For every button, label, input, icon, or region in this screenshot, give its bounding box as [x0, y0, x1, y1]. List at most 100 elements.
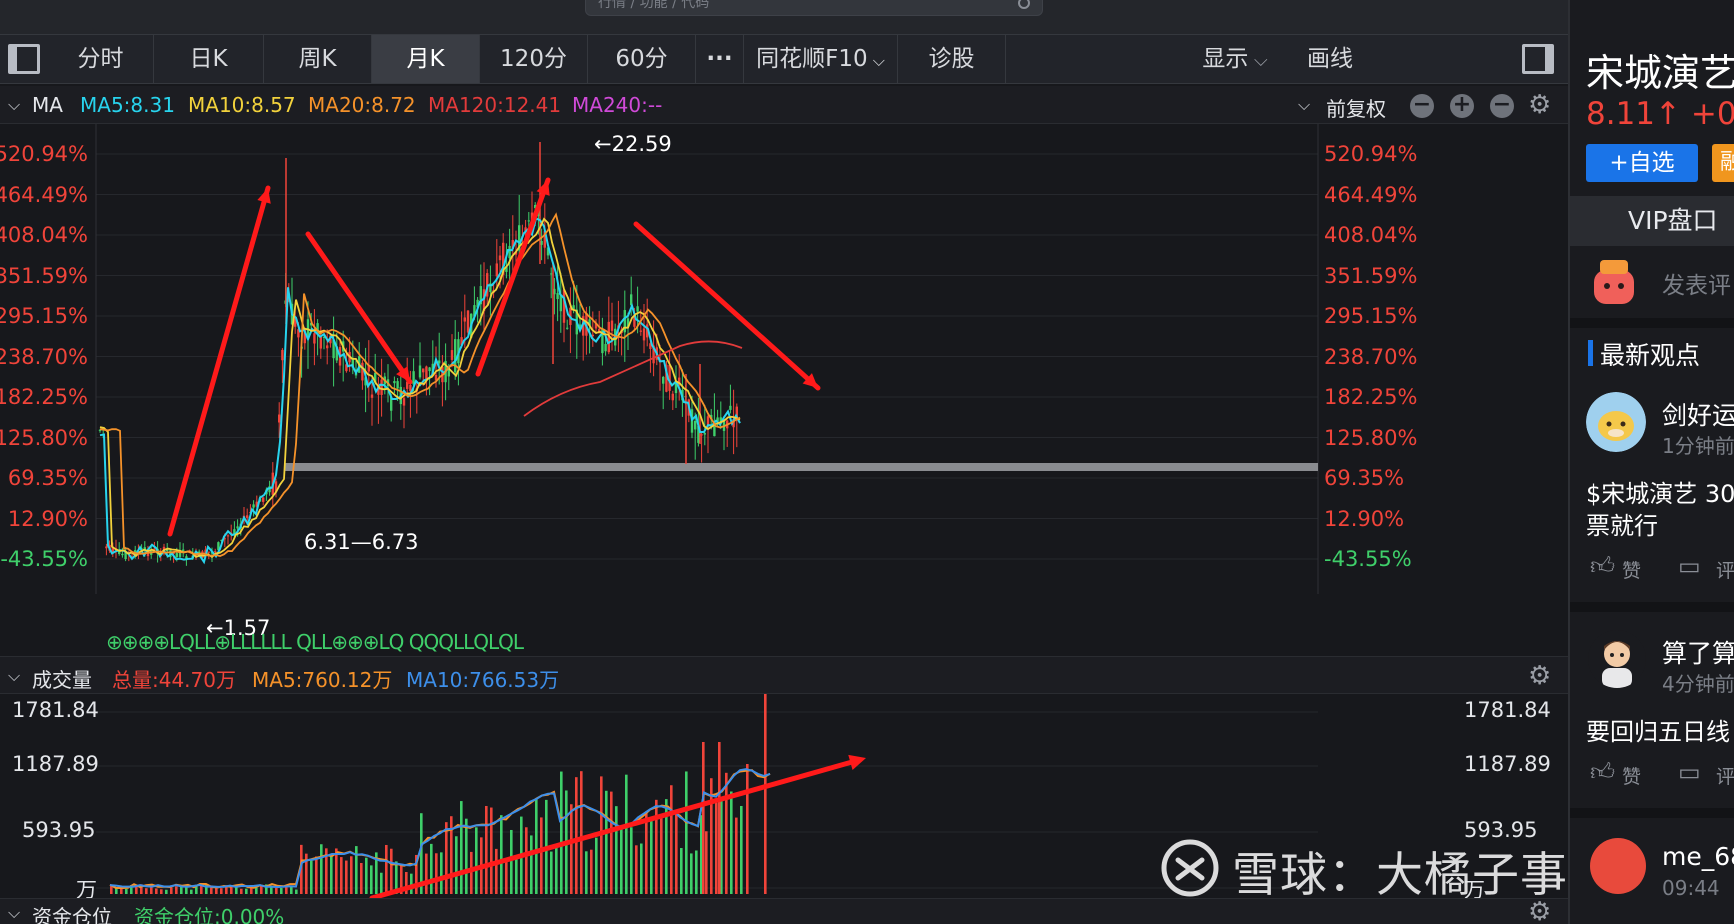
tab-intraday[interactable]: 分时 — [48, 35, 154, 83]
post-time: 1分钟前 — [1662, 434, 1734, 458]
comment-label[interactable]: 评 — [1716, 556, 1734, 583]
volume-total: 总量:44.70万 — [112, 668, 236, 692]
xueqiu-logo-icon — [1161, 839, 1219, 897]
volume-bar — [295, 889, 298, 894]
more-periods-button[interactable]: ··· — [696, 35, 744, 83]
tab-daily-k[interactable]: 日K — [154, 35, 264, 83]
post-body[interactable]: 要回归五日线 — [1586, 712, 1730, 747]
volume-bar — [570, 804, 573, 894]
ma120-value: MA120:12.41 — [428, 93, 562, 117]
volume-bar — [460, 801, 463, 894]
candle-body — [281, 349, 284, 361]
volume-bar — [525, 827, 528, 894]
like-icon[interactable]: 👍︎ — [1590, 552, 1615, 581]
right-panel-toggle-icon[interactable] — [1522, 44, 1554, 74]
volume-collapse-icon[interactable]: ⌵ — [8, 666, 20, 686]
y-tick-right: -43.55% — [1324, 547, 1412, 571]
fund-value: 资金仓位:0.00% — [134, 905, 285, 924]
volume-bar — [220, 888, 223, 894]
volume-bar — [365, 857, 368, 894]
user-avatar[interactable] — [1590, 838, 1646, 894]
volume-bar — [145, 888, 148, 894]
volume-bar — [740, 805, 743, 894]
divider — [1570, 808, 1734, 818]
left-panel-toggle-icon[interactable] — [8, 44, 40, 74]
comment-label[interactable]: 评 — [1716, 762, 1734, 789]
user-avatar[interactable] — [1586, 392, 1646, 452]
display-menu-button[interactable]: 显示 ⌵ — [1180, 35, 1290, 83]
comment-prompt[interactable]: 发表评 — [1662, 266, 1731, 300]
tab-weekly-k[interactable]: 周K — [264, 35, 372, 83]
zoom-out-icon[interactable]: − — [1410, 94, 1434, 118]
volume-bar — [620, 827, 623, 894]
volume-ma5: MA5:760.12万 — [252, 668, 393, 692]
search-input[interactable]: 行情 / 功能 / 代码 — [585, 0, 1043, 16]
post-body-2[interactable]: 票就行 — [1586, 506, 1658, 541]
post-body[interactable]: $宋城演艺 30 — [1586, 474, 1734, 509]
zoom-in-icon[interactable]: + — [1450, 94, 1474, 118]
adjust-mode-label[interactable]: 前复权 — [1326, 93, 1386, 122]
tab-diagnose[interactable]: 诊股 — [898, 35, 1006, 83]
volume-bar — [650, 817, 653, 894]
like-label[interactable]: 赞 — [1622, 762, 1641, 789]
volume-bar — [635, 845, 638, 894]
volume-ma10: MA10:766.53万 — [406, 668, 560, 692]
collapse-chevron-icon[interactable]: ⌵ — [8, 95, 20, 115]
like-icon[interactable]: 👍︎ — [1590, 758, 1615, 787]
draw-line-button[interactable]: 画线 — [1290, 35, 1370, 83]
section-accent — [1588, 340, 1593, 366]
candle-body — [361, 362, 364, 381]
tab-60min[interactable]: 60分 — [588, 35, 696, 83]
y-tick-right: 125.80% — [1324, 425, 1418, 450]
tab-f10[interactable]: 同花顺F10 ⌵ — [744, 35, 898, 83]
ma-indicator-label[interactable]: MA — [32, 93, 63, 117]
gear-icon[interactable]: ⚙ — [1528, 92, 1551, 118]
volume-bar — [550, 851, 553, 894]
vip-panel-button[interactable]: VIP盘口 — [1570, 196, 1734, 246]
volume-gear-icon[interactable]: ⚙ — [1528, 663, 1551, 689]
candle-body — [572, 305, 575, 310]
fund-title[interactable]: 资金仓位 — [32, 901, 112, 924]
margin-tag[interactable]: 融 — [1712, 144, 1734, 182]
y-tick-left: 238.70% — [0, 344, 88, 369]
post-author[interactable]: me_68 — [1662, 842, 1734, 871]
arrow-head — [848, 754, 866, 770]
microphone-icon[interactable] — [1018, 0, 1030, 9]
tab-monthly-k[interactable]: 月K — [372, 35, 480, 83]
vol-axis-left-2: 1187.89 — [12, 752, 99, 776]
volume-bar — [510, 829, 513, 894]
y-tick-right: 12.90% — [1324, 506, 1405, 531]
post-author[interactable]: 剑好运 — [1662, 396, 1734, 432]
volume-bar — [135, 886, 138, 894]
candle-body — [121, 553, 124, 556]
volume-bar — [655, 799, 658, 894]
volume-bar — [445, 822, 448, 894]
user-avatar[interactable] — [1588, 630, 1646, 688]
tab-120min[interactable]: 120分 — [480, 35, 588, 83]
candle-body — [226, 535, 230, 537]
fund-collapse-icon[interactable]: ⌵ — [8, 903, 20, 923]
comment-icon[interactable]: ▭ — [1678, 758, 1701, 786]
volume-bar — [260, 885, 263, 894]
ma5-line — [99, 216, 741, 565]
volume-bar — [350, 856, 353, 894]
like-label[interactable]: 赞 — [1622, 556, 1641, 583]
comment-icon[interactable]: ▭ — [1678, 552, 1701, 580]
event-marker-row[interactable]: ⊕⊕⊕⊕LQLL⊕LLLLLL QLL⊕⊕⊕LQ QQQLLQLQL — [106, 630, 524, 654]
volume-title[interactable]: 成交量 — [32, 664, 92, 693]
volume-bar — [615, 806, 618, 894]
volume-bar — [555, 847, 558, 894]
volume-bar — [430, 843, 433, 894]
minimize-icon[interactable]: − — [1490, 94, 1514, 118]
y-tick-right: 69.35% — [1324, 466, 1405, 490]
volume-bar — [315, 856, 318, 894]
candlestick-chart[interactable]: 520.94% 464.49% 408.04% 351.59% 295.15% 238.7… — [0, 124, 1568, 656]
post-time: 4分钟前 — [1662, 672, 1734, 696]
candle-body — [703, 433, 706, 435]
post-author[interactable]: 算了算 — [1662, 634, 1734, 670]
candle-body — [422, 368, 425, 373]
y-tick-left: 295.15% — [0, 304, 88, 328]
volume-bar — [715, 802, 718, 894]
add-watchlist-button[interactable]: +自选 — [1586, 144, 1698, 182]
candle-body — [694, 420, 697, 430]
